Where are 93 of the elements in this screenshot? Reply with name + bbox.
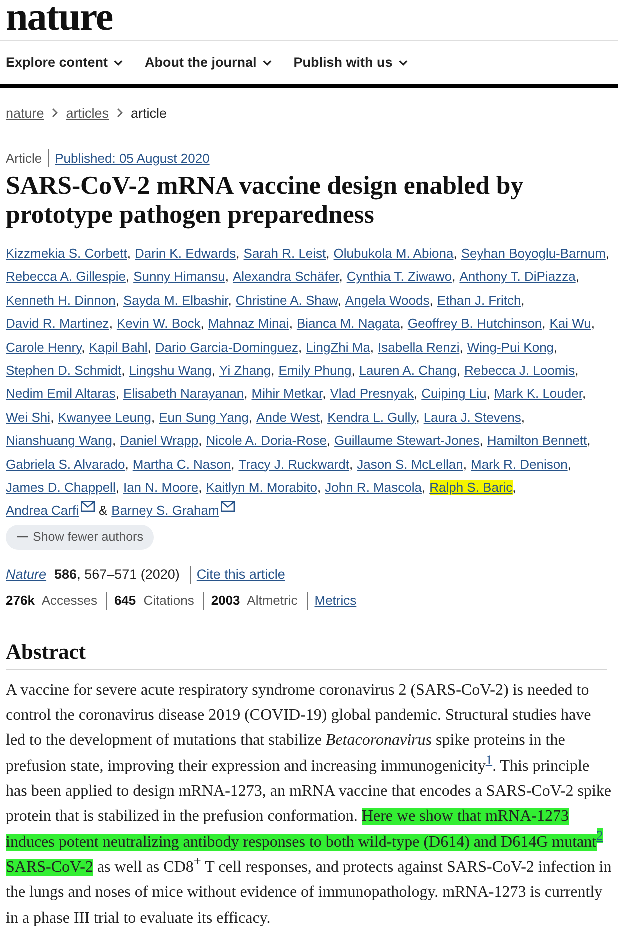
author-link[interactable]: Seyhan Boyoglu-Barnum (461, 246, 606, 261)
author-link[interactable]: Kizzmekia S. Corbett (6, 246, 128, 261)
author-link[interactable]: Ande West (256, 410, 320, 425)
author-link[interactable]: Kendra L. Gully (328, 410, 416, 425)
author-link[interactable]: Alexandra Schäfer (232, 269, 340, 284)
site-logo[interactable]: nature (6, 0, 113, 34)
author-link[interactable]: Wing-Pui Kong (467, 340, 554, 355)
author-link[interactable]: Rebecca A. Gillespie (6, 269, 126, 284)
author-link[interactable]: Andrea Carfi (6, 503, 79, 518)
author-link[interactable]: Gabriela S. Alvarado (6, 456, 126, 472)
author-link[interactable]: John R. Mascola (325, 480, 422, 496)
author-link[interactable]: Kevin W. Bock (116, 316, 201, 332)
nav-menu-button[interactable]: Explore content (6, 55, 124, 70)
chevron-right-icon (117, 108, 124, 118)
author-link[interactable]: Daniel Wrapp (120, 433, 199, 448)
chevron-down-icon (398, 60, 408, 66)
author-link[interactable]: Hamilton Bennett (487, 433, 588, 448)
author-link[interactable]: Stephen D. Schmidt (6, 363, 122, 378)
author-link[interactable]: Dario Garcia-Dominguez (155, 340, 298, 355)
author-link[interactable]: Nianshuang Wang (6, 433, 112, 448)
chevron-down-icon (114, 60, 124, 66)
author-link[interactable]: James D. Chappell (6, 480, 116, 496)
citation-text: 586, 567–571 (2020) (54, 567, 180, 582)
author-link[interactable]: Mark R. Denison (471, 456, 568, 472)
author-link[interactable]: Sayda M. Elbashir (123, 292, 228, 308)
reference-link[interactable]: 1 (486, 752, 493, 768)
metric-text: 645 Citations (114, 593, 194, 608)
reference-link[interactable]: 2 (596, 828, 604, 844)
author-link[interactable]: Barney S. Graham (112, 503, 220, 518)
author-link[interactable]: Kapil Bahl (89, 340, 148, 355)
author-link[interactable]: Geoffrey B. Hutchinson (408, 316, 542, 332)
author-link[interactable]: Kwanyee Leung (58, 410, 152, 425)
author-link[interactable]: Kaitlyn M. Morabito (206, 480, 318, 496)
author-link[interactable]: Mihir Metkar (252, 386, 323, 402)
author-list: Kizzmekia S. Corbett, Darin K. Edwards, Sarah R. Leist, Olubukola M. Abiona, Seyhan Boyoglu-Barnum, Rebecca A. Gillespie, Sunny Himansu, Alexandra Schäfer, Cynthia T. Ziwawo, Anthony T. DiPiazza, Kenneth H. Dinnon, Sayda M. Elbashir, Christine A. Shaw, Angela Woods, Ethan J. Fritch, David R. Martinez, Kevin W. Bock, Mahnaz Minai, Bianca M. Nagata, Geoffrey B. Hutchinson, Kai Wu, Carole Henry, Kapil Bahl, Dario Garcia-Dominguez, LingZhi Ma, Isabella Renzi, Wing-Pui Kong, Stephen D. Schmidt, Lingshu Wang, Yi Zhang, Emily Phung, Lauren A. Chang, Rebecca J. Loomis, Nedim Emil Altaras, Elisabeth Narayanan, Mihir Metkar, Vlad Presnyak, Cuiping Liu, Mark K. Louder, Wei Shi, Kwanyee Leung, Eun Sung Yang, Ande West, Kendra L. Gully, Laura J. Stevens, Nianshuang Wang, Daniel Wrapp, Nicole A. Doria-Rose, Guillaume Stewart-Jones, Hamilton Bennett, Gabriela S. Alvarado, Martha C. Nason, Tracy J. Ruckwardt, Jason S. McLellan, Mark R. Denison, James D. Chappell, Ian N. Moore, Kaitlyn M. Morabito, John R. Mascola, Ralph S. Baric, Andrea Carfi & Barney S. Graham (6, 242, 614, 523)
author-link[interactable]: Christine A. Shaw (236, 292, 338, 308)
author-link[interactable]: Nedim Emil Altaras (6, 386, 116, 402)
author-link[interactable]: Anthony T. DiPiazza (460, 269, 576, 284)
abstract-heading: Abstract (6, 638, 607, 670)
author-link[interactable]: Sarah R. Leist (244, 246, 326, 261)
abstract-text: A vaccine for severe acute respiratory syndrome coronavirus 2 (SARS-CoV-2) is needed to control the coronavirus disease 2019 (COVID-19) global pandemic. Structural studies have led to the development of mutations that stabilize Betacoronavirus spike proteins in the prefusion state, improving their expression and increasing immunogenicity$^{1}$. This principle has been applied to design mRNA-1273, an mRNA vaccine that encodes a SARS-CoV-2 spike protein that is stabilized in the prefusion conformation. Here we show that mRNA-1273 induces potent neutralizing antibody responses to both wild-type (D614) and D614G mutant$^{2}$ SARS-CoV-2 as well as CD8$^{+}$ T cell responses, and protects against SARS-CoV-2 infection in the lungs and noses of mice without evidence of immunopathology. mRNA-1273 is currently in a phase III trial to evaluate its efficacy. (6, 680, 613, 929)
mail-icon[interactable] (80, 501, 95, 512)
author-link[interactable]: Vlad Presnyak (330, 386, 414, 402)
author-link[interactable]: Darin K. Edwards (135, 246, 236, 261)
author-link[interactable]: Emily Phung (278, 363, 352, 378)
article-title: SARS-CoV-2 mRNA vaccine design enabled by prototype pathogen preparedness (6, 171, 525, 229)
author-link[interactable]: Carole Henry (6, 340, 82, 355)
author-link[interactable]: Ethan J. Fritch (437, 292, 522, 308)
author-link[interactable]: Tracy J. Ruckwardt (238, 456, 350, 472)
chevron-right-icon (52, 108, 58, 118)
author-link[interactable]: Guillaume Stewart-Jones (334, 433, 480, 448)
author-link[interactable]: Mark K. Louder (494, 386, 582, 402)
metrics-link[interactable]: Metrics (314, 593, 357, 608)
author-link[interactable]: Laura J. Stevens (424, 410, 522, 425)
author-link[interactable]: Ian N. Moore (123, 480, 199, 496)
author-link[interactable]: Kai Wu (550, 316, 592, 332)
minus-icon (17, 536, 28, 538)
author-link[interactable]: Wei Shi (6, 410, 51, 425)
author-link[interactable]: LingZhi Ma (306, 340, 370, 355)
mail-icon[interactable] (221, 501, 236, 512)
author-link[interactable]: Yi Zhang (220, 363, 272, 378)
author-link[interactable]: Mahnaz Minai (208, 316, 290, 332)
author-link[interactable]: Bianca M. Nagata (296, 316, 400, 332)
author-link[interactable]: Lingshu Wang (129, 363, 212, 378)
author-link[interactable]: Lauren A. Chang (359, 363, 457, 378)
show-fewer-authors-button[interactable]: Show fewer authors (6, 524, 154, 550)
article-type-label: Article (6, 150, 42, 166)
author-link[interactable]: Ralph S. Baric (430, 480, 513, 496)
journal-link[interactable]: Nature (6, 567, 47, 582)
author-link[interactable]: Rebecca J. Loomis (464, 363, 576, 378)
nav-menu-button[interactable]: Publish with us (294, 55, 408, 70)
nav-menu-button[interactable]: About the journal (145, 55, 272, 70)
author-link[interactable]: Nicole A. Doria-Rose (206, 433, 327, 448)
author-link[interactable]: Cuiping Liu (422, 386, 487, 402)
author-link[interactable]: Isabella Renzi (378, 340, 460, 355)
chevron-down-icon (262, 60, 272, 66)
author-link[interactable]: Jason S. McLellan (357, 456, 464, 472)
author-link[interactable]: Martha C. Nason (132, 456, 232, 472)
author-link[interactable]: David R. Martinez (6, 316, 110, 332)
author-link[interactable]: Sunny Himansu (134, 269, 226, 284)
breadcrumb-link[interactable]: articles (66, 106, 110, 120)
cite-link[interactable]: Cite this article (196, 567, 286, 582)
author-link[interactable]: Kenneth H. Dinnon (6, 292, 116, 308)
author-link[interactable]: Cynthia T. Ziwawo (346, 269, 452, 284)
author-link[interactable]: Elisabeth Narayanan (123, 386, 244, 402)
breadcrumb-link[interactable]: nature (6, 106, 44, 120)
metric-text: 2003 Altmetric (211, 593, 298, 608)
metric-text: 276k Accesses (6, 593, 98, 608)
current-page-label: article (131, 106, 168, 120)
author-link[interactable]: Angela Woods (345, 292, 430, 308)
author-link[interactable]: Eun Sung Yang (159, 410, 249, 425)
author-link[interactable]: Olubukola M. Abiona (334, 246, 454, 261)
published-date-link[interactable]: Published: 05 August 2020 (55, 150, 210, 166)
